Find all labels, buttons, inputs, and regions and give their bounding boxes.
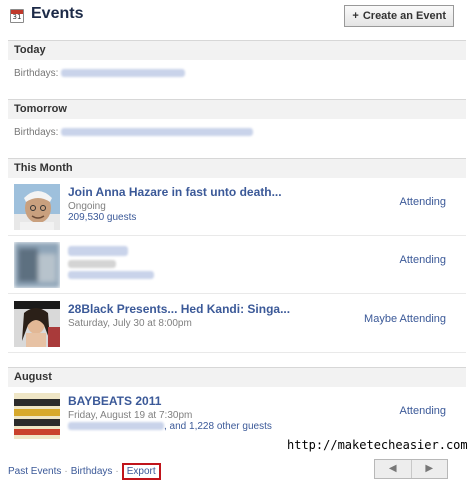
event-thumbnail[interactable]: [14, 184, 60, 230]
prev-page-button[interactable]: ◀: [375, 460, 411, 478]
watermark: http://maketecheasier.com: [287, 438, 468, 452]
section-today: Today: [8, 40, 466, 60]
event-thumbnail[interactable]: [14, 393, 60, 439]
event-row: 28Black Presents... Hed Kandi: Singa... …: [8, 297, 466, 353]
event-thumbnail[interactable]: [14, 242, 60, 288]
page-title: Events: [31, 5, 84, 22]
event-row: BAYBEATS 2011 Friday, August 19 at 7:30p…: [8, 389, 466, 445]
birthdays-label: Birthdays:: [14, 68, 59, 79]
event-date: Saturday, July 30 at 8:00pm: [68, 318, 192, 329]
section-august: August: [8, 367, 466, 387]
plus-icon: +: [352, 10, 359, 22]
create-event-button[interactable]: + Create an Event: [344, 5, 454, 27]
event-guests[interactable]: [68, 270, 154, 281]
blurred-names[interactable]: [61, 128, 254, 137]
event-guests[interactable]: , and 1,228 other guests: [68, 421, 272, 432]
event-date: [68, 259, 116, 270]
rsvp-status[interactable]: Attending: [400, 196, 446, 208]
event-date: Friday, August 19 at 7:30pm: [68, 410, 193, 421]
event-date: Ongoing: [68, 201, 106, 212]
past-events-link[interactable]: Past Events: [8, 466, 61, 477]
pager: ◀ ▶: [374, 459, 448, 479]
event-row: Join Anna Hazare in fast unto death... O…: [8, 180, 466, 236]
event-title[interactable]: [68, 243, 128, 257]
event-title[interactable]: 28Black Presents... Hed Kandi: Singa...: [68, 302, 290, 316]
event-thumbnail[interactable]: [14, 301, 60, 347]
birthdays-label: Birthdays:: [14, 127, 59, 138]
footer-links: Past Events · Birthdays · Export: [8, 463, 161, 480]
birthdays-link[interactable]: Birthdays: [71, 466, 113, 477]
rsvp-status[interactable]: Attending: [400, 405, 446, 417]
events-header: 31 Events + Create an Event: [8, 4, 466, 30]
birthdays-today: Birthdays:: [14, 68, 186, 79]
other-guests[interactable]: , and 1,228 other guests: [164, 421, 272, 432]
section-tomorrow: Tomorrow: [8, 99, 466, 119]
event-title[interactable]: Join Anna Hazare in fast unto death...: [68, 185, 282, 199]
event-title[interactable]: BAYBEATS 2011: [68, 394, 161, 408]
export-link[interactable]: Export: [121, 463, 161, 480]
event-row: Attending: [8, 238, 466, 294]
create-event-label: Create an Event: [362, 10, 446, 22]
rsvp-status[interactable]: Attending: [400, 254, 446, 266]
birthdays-tomorrow: Birthdays:: [14, 127, 254, 138]
blurred-names[interactable]: [61, 69, 186, 78]
rsvp-status[interactable]: Maybe Attending: [364, 313, 446, 325]
event-guests[interactable]: 209,530 guests: [68, 212, 136, 223]
section-this-month: This Month: [8, 158, 466, 178]
next-page-button[interactable]: ▶: [410, 460, 448, 478]
calendar-icon: 31: [10, 9, 24, 23]
